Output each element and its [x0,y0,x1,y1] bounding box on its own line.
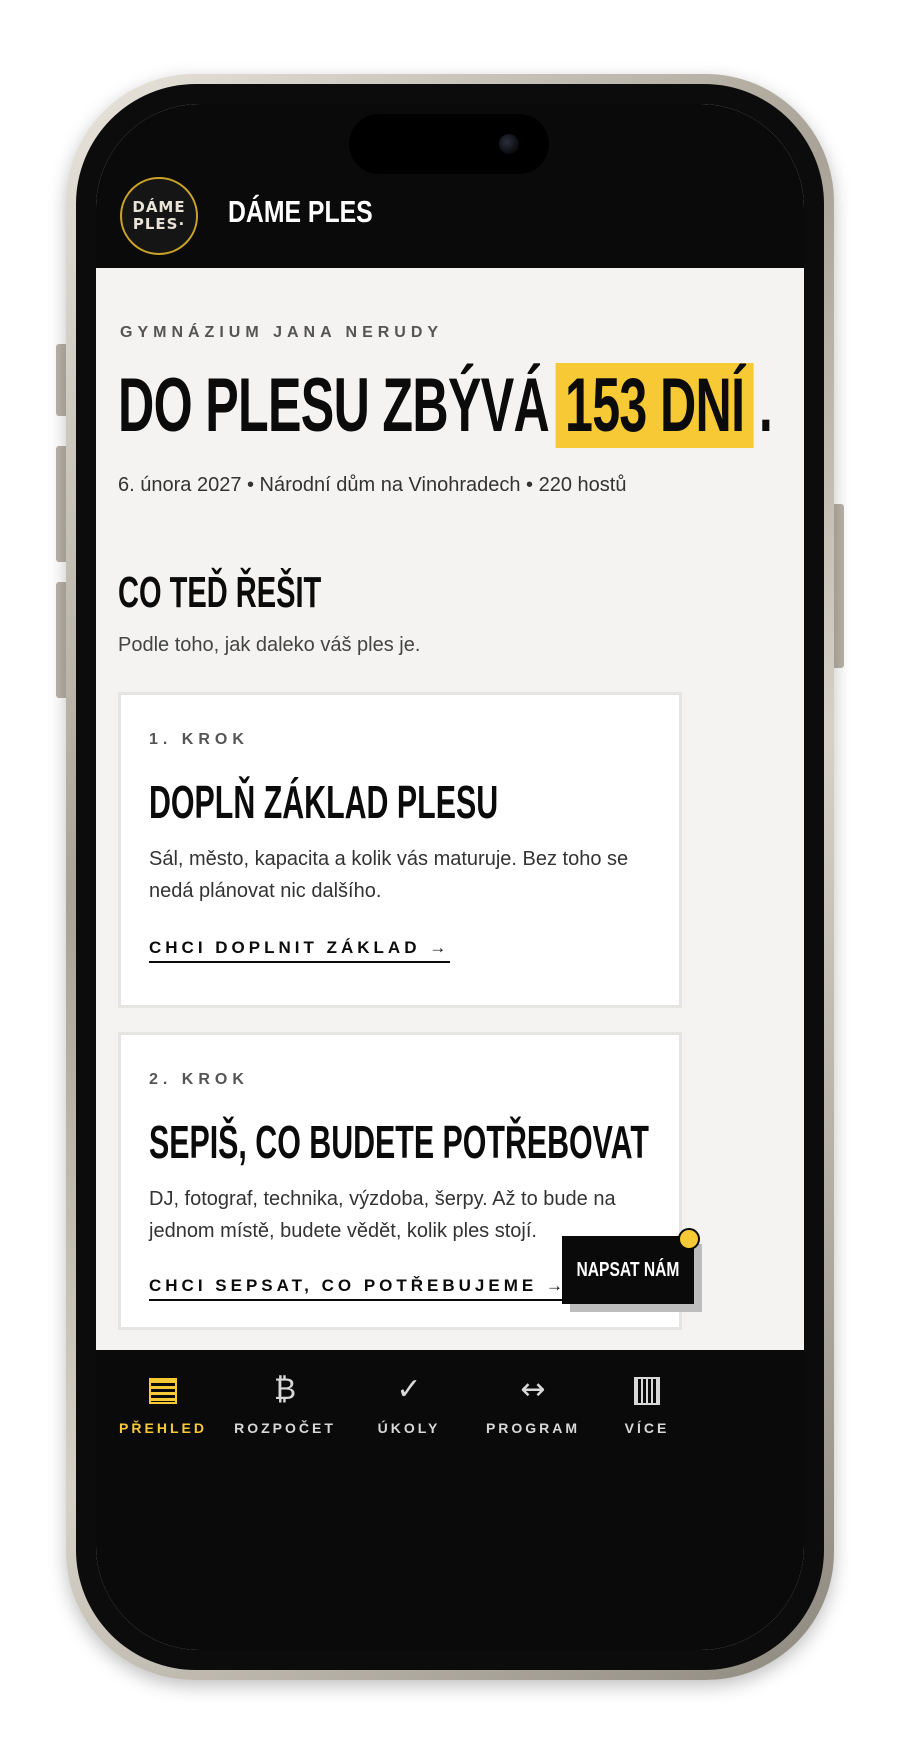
phone-screen: DÁME PLES· DÁME PLES GYMNÁZIUM JANA NERU… [96,104,804,1650]
overview-icon [98,1370,228,1410]
logo-text-line2: PLES· [132,215,186,233]
arrows-horizontal-icon: ↔ [520,1372,546,1407]
tab-program[interactable]: ↔ PROGRAM [468,1370,598,1460]
headline-suffix: . [758,363,773,448]
countdown-headline: DO PLESU ZBÝVÁ 153 DNÍ. [118,362,773,449]
tab-label: ROZPOČET [234,1420,336,1436]
step-title: DOPLŇ ZÁKLAD PLESU [149,776,499,828]
tab-overview[interactable]: PŘEHLED [98,1370,228,1460]
fill-basics-link[interactable]: CHCI DOPLNIT ZÁKLAD → [149,938,451,963]
contact-us-label: NAPSAT NÁM [576,1258,680,1281]
tab-label: PŘEHLED [119,1420,207,1436]
more-icon [582,1370,712,1410]
tab-tasks[interactable]: ✓ ÚKOLY [344,1370,474,1460]
section-subtitle: Podle toho, jak daleko váš ples je. [118,634,421,656]
checkmark-icon: ✓ [396,1372,422,1407]
tab-more[interactable]: VÍCE [582,1370,712,1460]
app-logo[interactable]: DÁME PLES· [120,177,198,255]
section-title: CO TEĎ ŘEŠIT [118,568,322,617]
countdown-badge: 153 DNÍ [555,363,754,448]
app-title: DÁME PLES [228,194,373,229]
tab-label: ÚKOLY [377,1420,441,1436]
step-description: Sál, město, kapacita a kolik vás maturuj… [149,848,629,902]
step-title: SEPIŠ, CO BUDETE POTŘEBOVAT [149,1116,649,1168]
step-card: 1. KROK DOPLŇ ZÁKLAD PLESU Sál, město, k… [118,692,682,1008]
main-content: GYMNÁZIUM JANA NERUDY DO PLESU ZBÝVÁ 153 … [96,268,804,1350]
tab-label: VÍCE [624,1420,670,1436]
tab-budget[interactable]: ₿ ROZPOČET [220,1370,350,1460]
notification-dot [678,1228,700,1250]
logo-text-line1: DÁME [132,198,186,216]
step-label: 2. KROK [149,1071,249,1088]
school-name: GYMNÁZIUM JANA NERUDY [120,324,444,341]
bottom-tab-bar: PŘEHLED ₿ ROZPOČET ✓ ÚKOLY ↔ PROGRAM VÍC… [96,1350,804,1650]
tab-label: PROGRAM [485,1420,581,1436]
contact-us-button[interactable]: NAPSAT NÁM [562,1236,694,1304]
headline-prefix: DO PLESU ZBÝVÁ [118,363,550,448]
step-label: 1. KROK [149,731,249,748]
front-camera-icon [499,134,519,154]
event-details: 6. února 2027 • Národní dům na Vinohrade… [118,474,627,496]
list-needs-link[interactable]: CHCI SEPSAT, CO POTŘEBUJEME → [149,1276,567,1301]
bitcoin-icon: ₿ [273,1372,297,1407]
dynamic-island [349,114,549,174]
